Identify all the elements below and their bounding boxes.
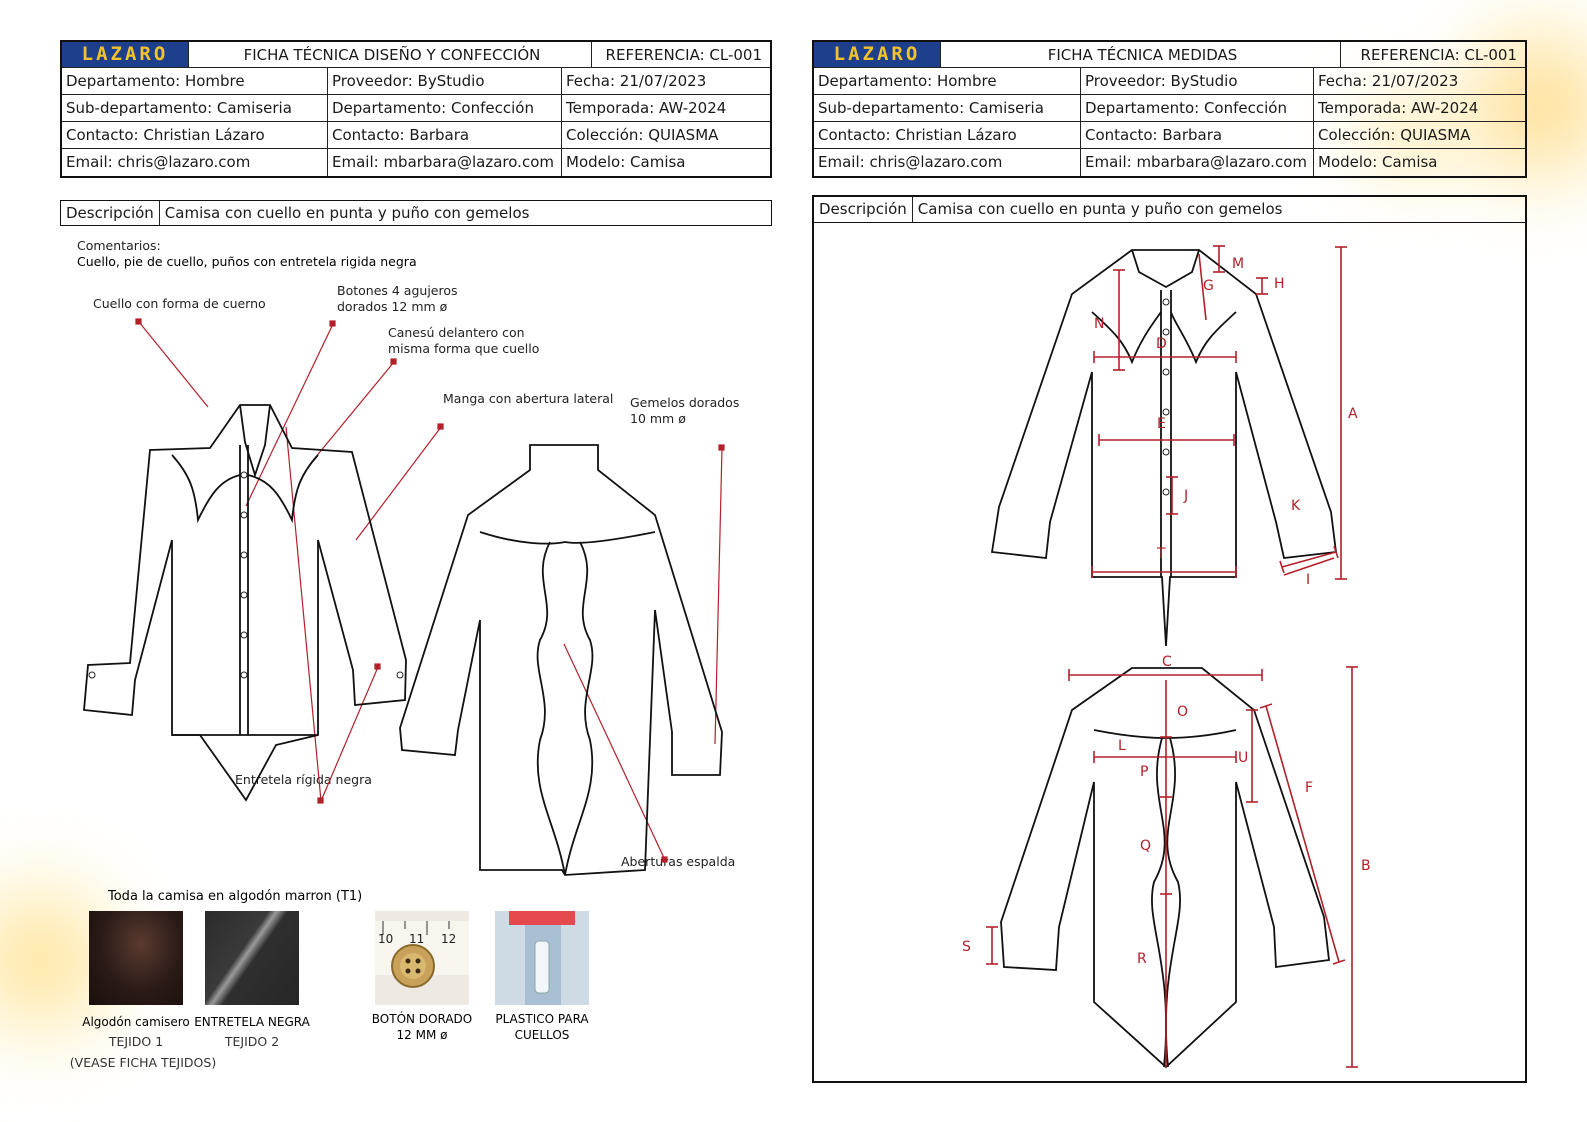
measure-label-L: L xyxy=(1118,738,1126,754)
header-cell: Sub-departamento: Camiseria xyxy=(62,95,328,121)
measure-label-I: I xyxy=(1306,572,1310,588)
measure-label-Q: Q xyxy=(1140,838,1151,854)
measure-label-T: T xyxy=(1156,546,1166,562)
header-cell: Email: chris@lazaro.com xyxy=(62,149,328,176)
collar-stay-sample-photo xyxy=(495,911,589,1005)
measurement-lines xyxy=(986,245,1358,1068)
measure-label-B: B xyxy=(1361,858,1371,874)
measure-label-O: O xyxy=(1177,704,1188,720)
header-cell: Temporada: AW-2024 xyxy=(566,99,727,117)
description-row: Descripción Camisa con cuello en punta y… xyxy=(60,200,772,226)
front-buttons xyxy=(88,471,404,679)
measure-label-H: H xyxy=(1274,276,1285,292)
measurements-sheet: LAZARO FICHA TÉCNICA MEDIDAS REFERENCIA:… xyxy=(812,40,1527,1083)
design-sheet: LAZARO FICHA TÉCNICA DISEÑO Y CONFECCIÓN… xyxy=(60,40,772,1070)
header-cell: Proveedor: ByStudio xyxy=(1081,68,1314,94)
front-buttons xyxy=(1162,298,1170,496)
header-cell: Fecha: 21/07/2023 xyxy=(1318,72,1459,90)
fabric-swatch-interlining xyxy=(205,911,299,1005)
ruler-mark: 10 xyxy=(378,932,393,946)
description-row: Descripción Camisa con cuello en punta y… xyxy=(814,197,1525,223)
brand-logo: LAZARO xyxy=(62,42,189,67)
measure-label-P: P xyxy=(1140,764,1148,780)
button-sample-photo: 10 11 12 xyxy=(375,911,469,1005)
callout-lines xyxy=(135,318,725,863)
header-cell: Departamento: Hombre xyxy=(62,68,328,94)
header-cell: Proveedor: ByStudio xyxy=(328,68,562,94)
measure-label-N: N xyxy=(1094,316,1104,332)
header-table: LAZARO FICHA TÉCNICA MEDIDAS REFERENCIA:… xyxy=(812,40,1527,178)
front-shirt-outline xyxy=(990,249,1338,647)
description-value: Camisa con cuello en punta y puño con ge… xyxy=(917,200,1283,218)
header-cell: Email: mbarbara@lazaro.com xyxy=(328,149,562,176)
back-shirt-outline xyxy=(1000,667,1330,1069)
swatch-caption: Algodón camisero xyxy=(82,1015,190,1029)
fabrics-title: Toda la camisa en algodón marron (T1) xyxy=(108,889,363,904)
comments-block: Comentarios: Cuello, pie de cuello, puño… xyxy=(77,238,417,269)
header-cell: Contacto: Barbara xyxy=(1081,122,1314,148)
description-label: Descripción xyxy=(814,197,913,222)
header-cell: Departamento: Confección xyxy=(1081,95,1314,121)
header-cell: Email: mbarbara@lazaro.com xyxy=(1081,149,1314,176)
back-shirt-sketch xyxy=(399,444,723,876)
measure-label-S: S xyxy=(962,939,971,955)
header-cell: Temporada: AW-2024 xyxy=(1318,99,1479,117)
front-shirt-sketch xyxy=(83,404,407,802)
measure-label-G: G xyxy=(1203,278,1214,294)
comments-text: Cuello, pie de cuello, puños con entrete… xyxy=(77,254,417,269)
measure-label-D: D xyxy=(1156,336,1167,352)
ruler-mark: 11 xyxy=(409,932,424,946)
sheet-title: FICHA TÉCNICA MEDIDAS xyxy=(941,42,1341,67)
measurement-sketches: M H G N D A E J K T I C O L P U F Q B S xyxy=(962,245,1371,1069)
header-cell: Contacto: Barbara xyxy=(328,122,562,148)
measure-label-M: M xyxy=(1232,256,1244,272)
comments-label: Comentarios: xyxy=(77,238,161,253)
header-cell: Departamento: Hombre xyxy=(814,68,1081,94)
header-cell: Contacto: Christian Lázaro xyxy=(62,122,328,148)
swatch-caption: ENTRETELA NEGRA xyxy=(194,1015,310,1029)
header-table: LAZARO FICHA TÉCNICA DISEÑO Y CONFECCIÓN… xyxy=(60,40,772,178)
ruler-mark: 12 xyxy=(441,932,456,946)
description-label: Descripción xyxy=(61,201,160,225)
description-value: Camisa con cuello en punta y puño con ge… xyxy=(164,204,530,222)
brand-logo: LAZARO xyxy=(814,42,941,67)
header-cell: Fecha: 21/07/2023 xyxy=(566,72,707,90)
fabrics-note: (VEASE FICHA TEJIDOS) xyxy=(69,1055,217,1070)
measurements-frame: Descripción Camisa con cuello en punta y… xyxy=(812,195,1527,1083)
reference-label: REFERENCIA: CL-001 xyxy=(605,46,762,64)
measure-label-K: K xyxy=(1291,498,1301,514)
sheet-title: FICHA TÉCNICA DISEÑO Y CONFECCIÓN xyxy=(189,42,592,67)
header-cell: Email: chris@lazaro.com xyxy=(814,149,1081,176)
swatch-sub: TEJIDO 1 xyxy=(108,1034,164,1049)
reference-label: REFERENCIA: CL-001 xyxy=(1360,46,1517,64)
swatch-sub: TEJIDO 2 xyxy=(224,1034,280,1049)
header-cell: Departamento: Confección xyxy=(328,95,562,121)
measure-label-U: U xyxy=(1238,750,1248,766)
measure-label-C: C xyxy=(1162,654,1172,670)
design-sketches xyxy=(83,318,725,876)
header-cell: Colección: QUIASMA xyxy=(566,126,719,144)
header-cell: Sub-departamento: Camiseria xyxy=(814,95,1081,121)
fabric-swatch-cotton xyxy=(89,911,183,1005)
header-cell: Modelo: Camisa xyxy=(1318,153,1438,171)
measure-label-F: F xyxy=(1305,780,1313,796)
header-cell: Modelo: Camisa xyxy=(566,153,686,171)
measure-label-A: A xyxy=(1348,406,1358,422)
measure-label-R: R xyxy=(1137,951,1147,967)
swatch-caption: PLASTICO PARA CUELLOS xyxy=(495,1012,589,1042)
measure-label-E: E xyxy=(1157,416,1166,432)
header-cell: Colección: QUIASMA xyxy=(1318,126,1471,144)
header-cell: Contacto: Christian Lázaro xyxy=(814,122,1081,148)
measure-label-J: J xyxy=(1183,488,1188,504)
swatch-caption: BOTÓN DORADO 12 MM ø xyxy=(371,1012,473,1042)
